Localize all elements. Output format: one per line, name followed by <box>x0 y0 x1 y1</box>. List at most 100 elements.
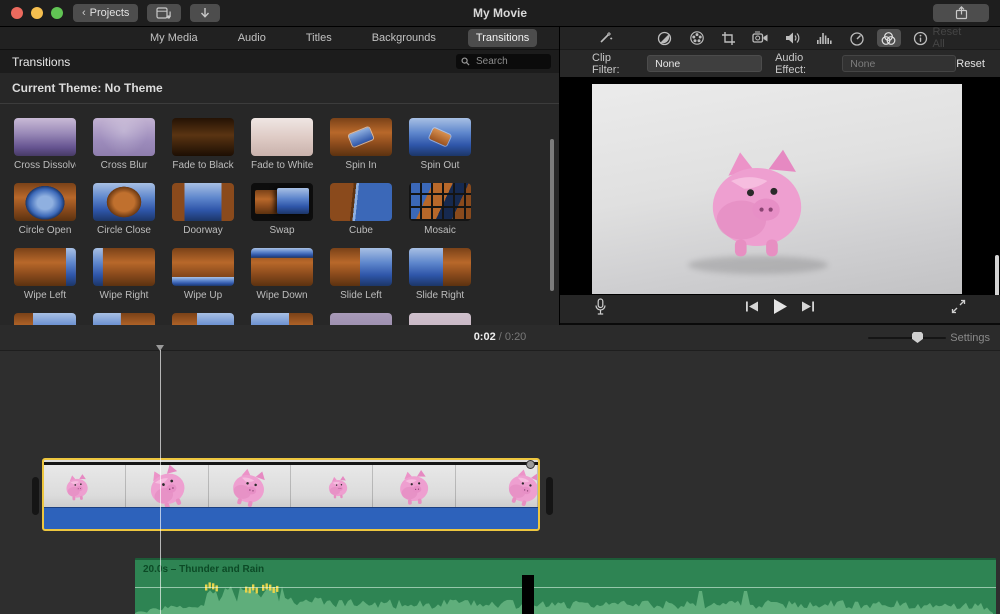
audio-effect-dropdown[interactable]: None <box>842 55 956 72</box>
projects-button[interactable]: ‹ Projects <box>73 4 138 22</box>
clip-filter-dropdown[interactable]: None <box>647 55 762 72</box>
trim-handle-right[interactable] <box>546 477 553 515</box>
filmstrip-frame <box>126 465 208 508</box>
audio-volume-line[interactable] <box>135 587 996 588</box>
color-balance-icon[interactable] <box>653 29 677 47</box>
transition-wipe-up[interactable]: Wipe Up <box>172 248 234 302</box>
transition-thumbnail[interactable] <box>14 248 76 286</box>
transition-swap[interactable]: Swap <box>251 183 313 237</box>
media-library-button[interactable] <box>147 4 181 22</box>
transition-partial-20[interactable] <box>172 313 234 325</box>
transition-thumbnail[interactable] <box>14 183 76 221</box>
inspector-icon-strip <box>653 29 933 47</box>
transition-thumbnail[interactable] <box>330 118 392 156</box>
info-icon[interactable] <box>909 29 933 47</box>
transition-thumbnail[interactable] <box>251 248 313 286</box>
transition-thumbnail[interactable] <box>172 118 234 156</box>
transition-thumbnail[interactable] <box>14 118 76 156</box>
transition-thumbnail[interactable] <box>93 118 155 156</box>
tab-my-media[interactable]: My Media <box>142 29 206 47</box>
tab-backgrounds[interactable]: Backgrounds <box>364 29 444 47</box>
transition-circle-close[interactable]: Circle Close <box>93 183 155 237</box>
transitions-grid: Cross Dissolve Cross Blur Fade to Black Fad… <box>0 104 548 325</box>
import-media-button[interactable] <box>190 4 220 22</box>
tab-titles[interactable]: Titles <box>298 29 340 47</box>
transition-partial-18[interactable] <box>14 313 76 325</box>
transition-label: Swap <box>251 225 313 237</box>
audio-effect-label: Audio Effect: <box>775 52 834 76</box>
transition-thumbnail[interactable] <box>93 183 155 221</box>
volume-icon[interactable] <box>781 29 805 47</box>
transition-slide-right[interactable]: Slide Right <box>409 248 471 302</box>
background-audio-clip[interactable]: 20.0s – Thunder and Rain <box>135 558 996 614</box>
transition-circle-open[interactable]: Circle Open <box>14 183 76 237</box>
transition-thumbnail[interactable] <box>409 118 471 156</box>
transition-mosaic[interactable]: Mosaic <box>409 183 471 237</box>
transition-partial-22[interactable] <box>330 313 392 325</box>
transition-doorway[interactable]: Doorway <box>172 183 234 237</box>
stabilization-icon[interactable] <box>749 29 773 47</box>
transition-partial-21[interactable] <box>251 313 313 325</box>
fullscreen-icon[interactable] <box>951 299 966 319</box>
skip-back-icon[interactable] <box>745 300 759 318</box>
transition-thumbnail[interactable] <box>14 313 76 325</box>
browser-scrollbar[interactable] <box>550 139 554 291</box>
play-icon[interactable] <box>772 298 788 320</box>
transition-thumbnail[interactable] <box>172 313 234 325</box>
trim-handle-left[interactable] <box>32 477 39 515</box>
timeline-settings-button[interactable]: Settings <box>950 332 990 344</box>
transition-thumbnail[interactable] <box>409 248 471 286</box>
transition-partial-23[interactable] <box>409 313 471 325</box>
crop-icon[interactable] <box>717 29 741 47</box>
transition-spin-in[interactable]: Spin In <box>330 118 392 172</box>
zoom-slider-thumb[interactable] <box>912 332 923 343</box>
tab-audio[interactable]: Audio <box>230 29 274 47</box>
transition-label: Slide Right <box>409 290 471 302</box>
transition-thumbnail[interactable] <box>251 183 313 221</box>
magic-wand-icon[interactable] <box>596 29 615 47</box>
noise-reduction-icon[interactable] <box>813 29 837 47</box>
speed-icon[interactable] <box>845 29 869 47</box>
share-button[interactable] <box>933 4 989 22</box>
search-input[interactable] <box>474 55 546 68</box>
transition-wipe-down[interactable]: Wipe Down <box>251 248 313 302</box>
zoom-button[interactable] <box>51 7 63 19</box>
video-clip[interactable] <box>42 458 540 531</box>
transition-wipe-left[interactable]: Wipe Left <box>14 248 76 302</box>
transition-wipe-right[interactable]: Wipe Right <box>93 248 155 302</box>
color-wheel-icon[interactable] <box>685 29 709 47</box>
playhead-line <box>160 350 161 614</box>
projects-button-label: Projects <box>90 7 130 19</box>
transition-cube[interactable]: Cube <box>330 183 392 237</box>
timeline-zoom-slider[interactable] <box>868 337 946 339</box>
transition-partial-19[interactable] <box>93 313 155 325</box>
transition-thumbnail[interactable] <box>409 313 471 325</box>
minimize-button[interactable] <box>31 7 43 19</box>
transition-thumbnail[interactable] <box>93 248 155 286</box>
transition-thumbnail[interactable] <box>172 248 234 286</box>
search-box[interactable] <box>456 54 551 69</box>
transition-slide-left[interactable]: Slide Left <box>330 248 392 302</box>
transition-thumbnail[interactable] <box>251 118 313 156</box>
transition-thumbnail[interactable] <box>93 313 155 325</box>
transition-cross-dissolve[interactable]: Cross Dissolve <box>14 118 76 172</box>
skip-forward-icon[interactable] <box>801 300 815 318</box>
reset-button[interactable]: Reset <box>956 58 985 70</box>
transition-fade-to-white[interactable]: Fade to White <box>251 118 313 172</box>
microphone-icon[interactable] <box>594 298 607 321</box>
tab-transitions[interactable]: Transitions <box>468 29 537 47</box>
reset-all-button[interactable]: Reset All <box>933 26 966 50</box>
clip-control-dot[interactable] <box>526 460 535 469</box>
clip-filter-icon[interactable] <box>877 29 901 47</box>
transition-thumbnail[interactable] <box>330 313 392 325</box>
transition-thumbnail[interactable] <box>330 248 392 286</box>
transition-fade-to-black[interactable]: Fade to Black <box>172 118 234 172</box>
transition-thumbnail[interactable] <box>172 183 234 221</box>
close-button[interactable] <box>11 7 23 19</box>
transition-thumbnail[interactable] <box>251 313 313 325</box>
transition-thumbnail[interactable] <box>330 183 392 221</box>
playhead[interactable] <box>156 345 165 614</box>
transition-spin-out[interactable]: Spin Out <box>409 118 471 172</box>
transition-thumbnail[interactable] <box>409 183 471 221</box>
transition-cross-blur[interactable]: Cross Blur <box>93 118 155 172</box>
